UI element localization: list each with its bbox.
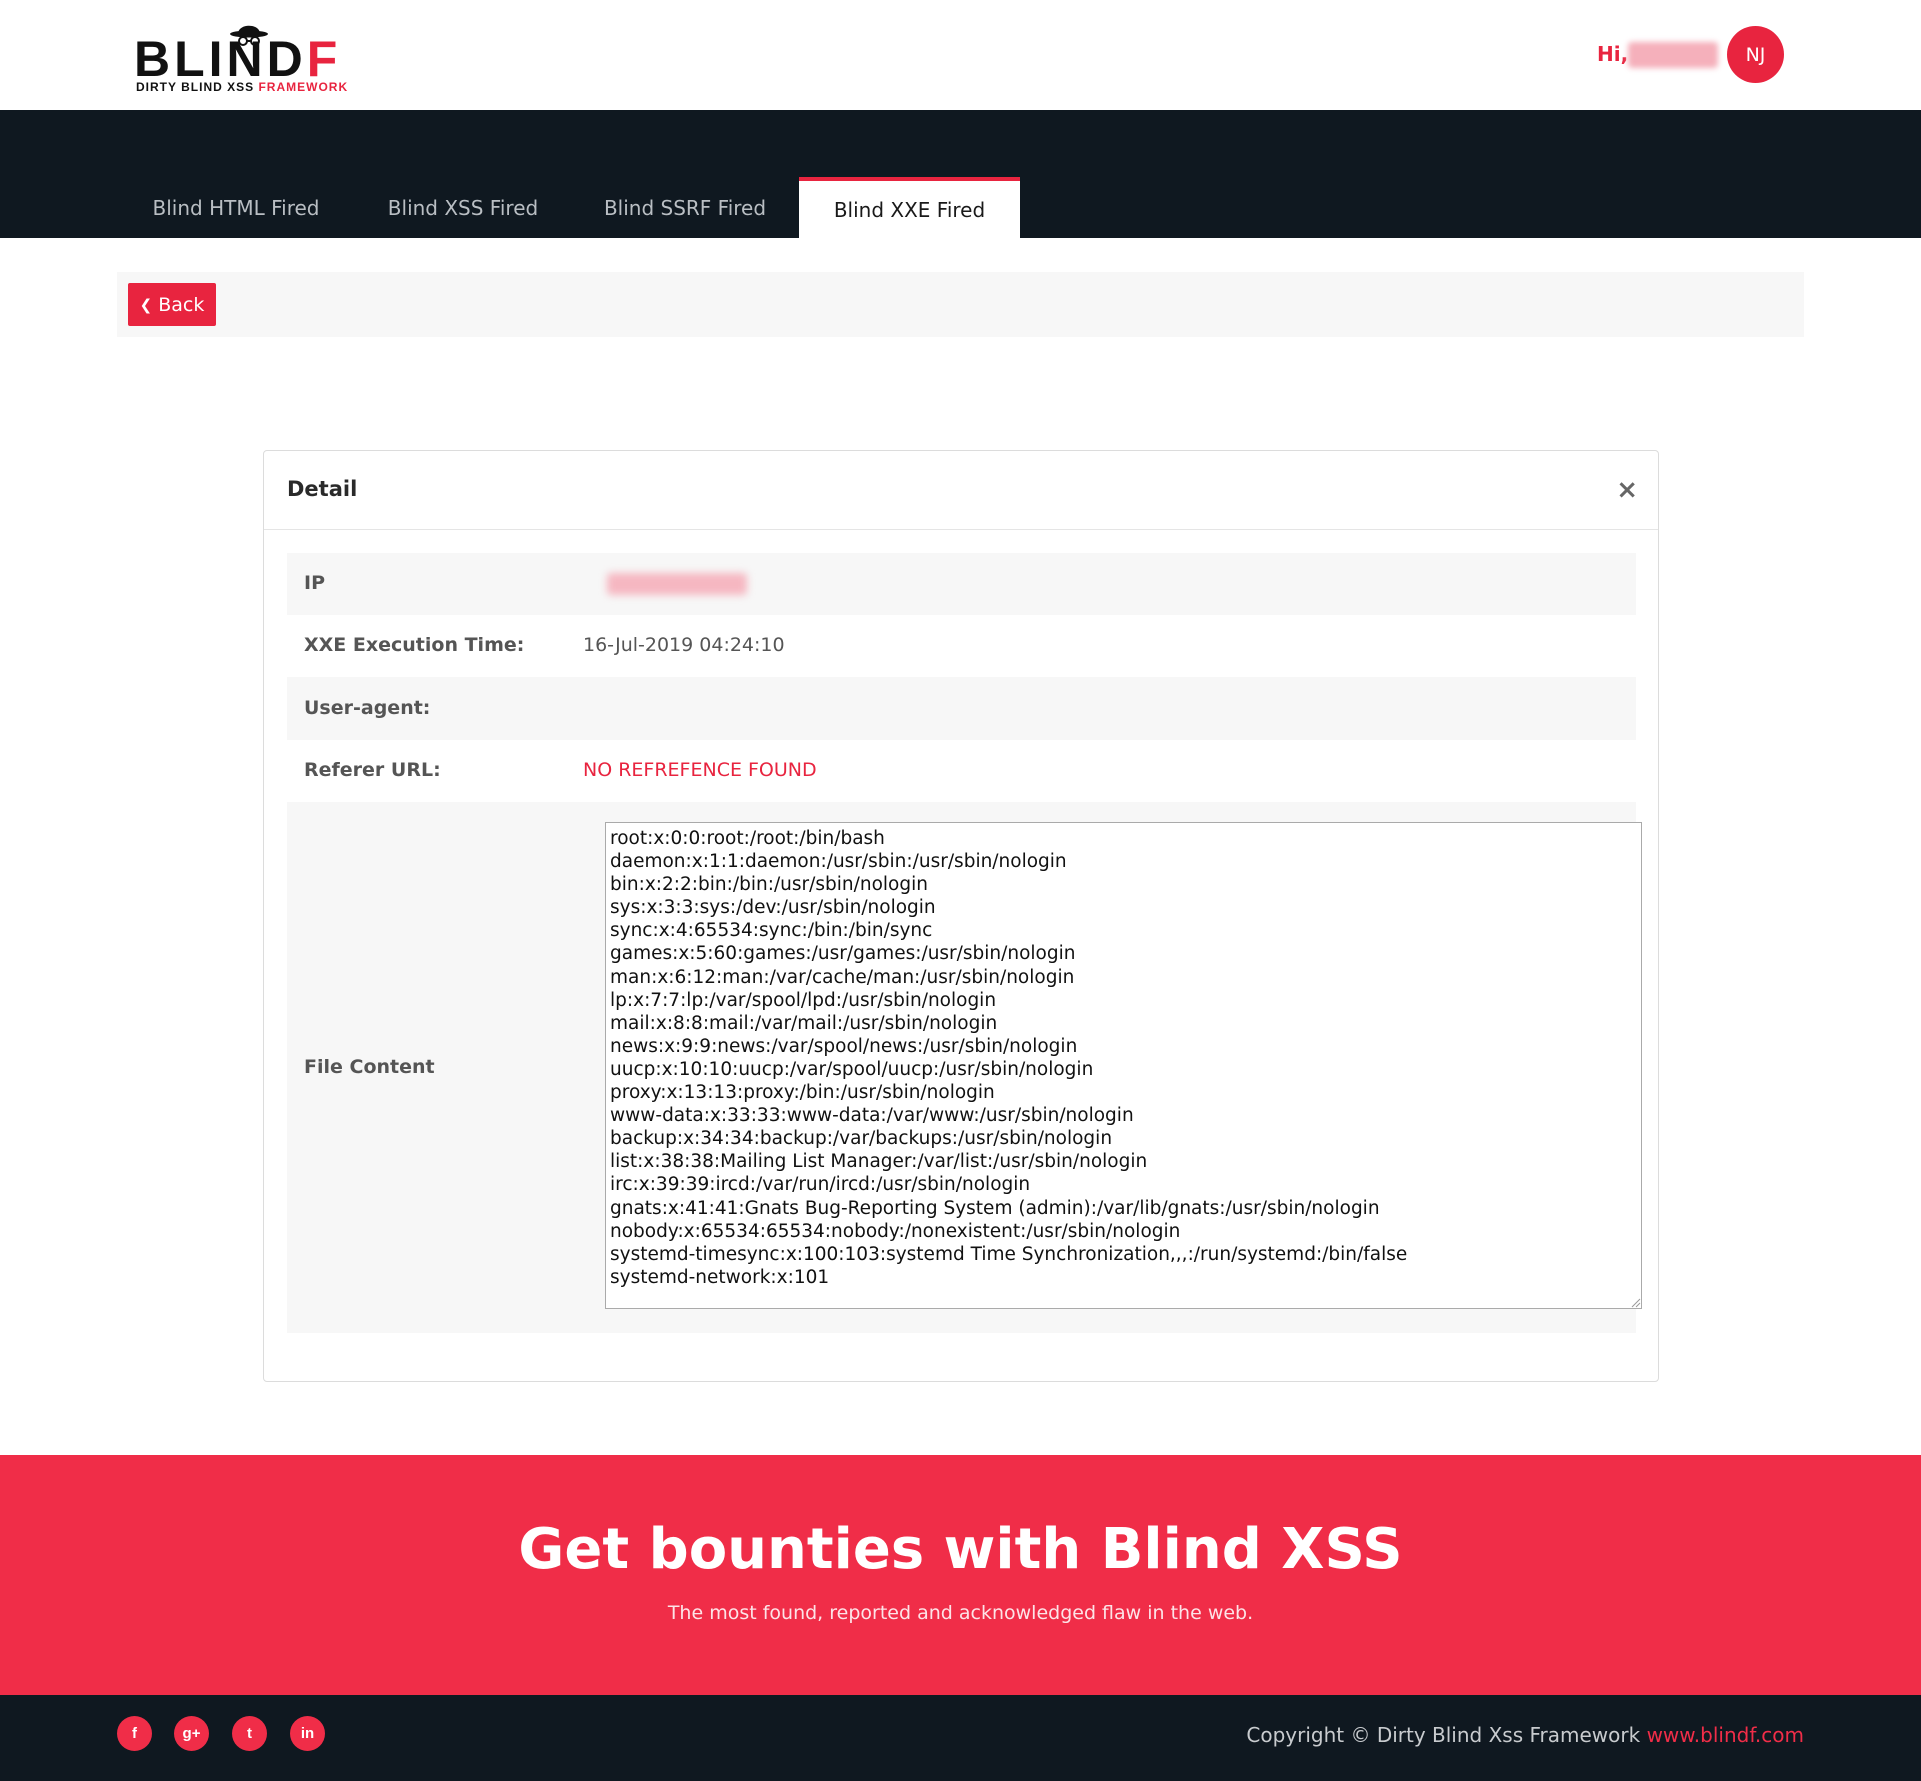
logo-tagline: DIRTY BLIND XSS FRAMEWORK	[136, 80, 349, 94]
twitter-icon[interactable]: t	[232, 1716, 267, 1751]
tab-blind-html-fired[interactable]: Blind HTML Fired	[134, 178, 338, 238]
back-button[interactable]: ❮ Back	[128, 283, 216, 326]
resize-handle-icon[interactable]	[1629, 1296, 1641, 1308]
promo-banner: Get bounties with Blind XSS The most fou…	[0, 1455, 1921, 1695]
logo-wordmark: BLINDF	[134, 31, 342, 87]
referer-url-value: NO REFREFENCE FOUND	[583, 759, 817, 781]
execution-time-value: 16-Jul-2019 04:24:10	[583, 634, 785, 656]
file-content-label: File Content	[304, 1056, 435, 1078]
back-button-label: Back	[158, 293, 205, 316]
execution-time-label: XXE Execution Time:	[304, 634, 525, 656]
chevron-left-icon: ❮	[139, 295, 153, 314]
detail-card: Detail × IP XXE Execution Time: 16-Jul-2…	[263, 450, 1659, 1382]
top-header: BLINDF DIRTY BLIND XSS FRAMEWORK Hi, NJ	[0, 0, 1921, 110]
detail-row-execution-time: XXE Execution Time: 16-Jul-2019 04:24:10	[287, 615, 1636, 677]
referer-url-label: Referer URL:	[304, 759, 441, 781]
detail-title: Detail	[287, 477, 358, 501]
facebook-icon[interactable]: f	[117, 1716, 152, 1751]
tab-blind-xss-fired[interactable]: Blind XSS Fired	[370, 178, 556, 238]
detail-row-ip: IP	[287, 553, 1636, 615]
promo-title: Get bounties with Blind XSS	[518, 1517, 1403, 1582]
user-greeting: Hi,	[1597, 42, 1629, 66]
ip-label: IP	[304, 572, 325, 594]
tab-blind-xxe-fired[interactable]: Blind XXE Fired	[799, 177, 1020, 238]
promo-subtitle: The most found, reported and acknowledge…	[667, 1602, 1254, 1624]
blindf-logo[interactable]: BLINDF DIRTY BLIND XSS FRAMEWORK	[134, 20, 354, 95]
user-agent-label: User-agent:	[304, 697, 431, 719]
user-avatar[interactable]: NJ	[1727, 26, 1784, 83]
close-icon[interactable]: ×	[1616, 475, 1638, 505]
redacted-ip-value	[607, 573, 747, 595]
file-content-textarea[interactable]: root:x:0:0:root:/root:/bin/bash daemon:x…	[605, 822, 1642, 1309]
detail-row-user-agent: User-agent:	[287, 677, 1636, 740]
detail-row-referer-url: Referer URL: NO REFREFENCE FOUND	[287, 740, 1636, 802]
linkedin-icon[interactable]: in	[290, 1716, 325, 1751]
redacted-username	[1628, 42, 1718, 68]
google-plus-icon[interactable]: g+	[174, 1716, 209, 1751]
copyright-label: Copyright © Dirty Blind Xss Framework	[1246, 1723, 1641, 1747]
tab-blind-ssrf-fired[interactable]: Blind SSRF Fired	[590, 178, 780, 238]
back-toolbar: ❮ Back	[117, 272, 1804, 337]
copyright-text: Copyright © Dirty Blind Xss Framework ww…	[1246, 1723, 1804, 1747]
blindf-website-link[interactable]: www.blindf.com	[1647, 1723, 1804, 1747]
detail-card-header: Detail ×	[264, 451, 1658, 530]
detail-row-file-content: File Content root:x:0:0:root:/root:/bin/…	[287, 802, 1642, 1333]
site-footer: f g+ t in Copyright © Dirty Blind Xss Fr…	[0, 1695, 1921, 1781]
